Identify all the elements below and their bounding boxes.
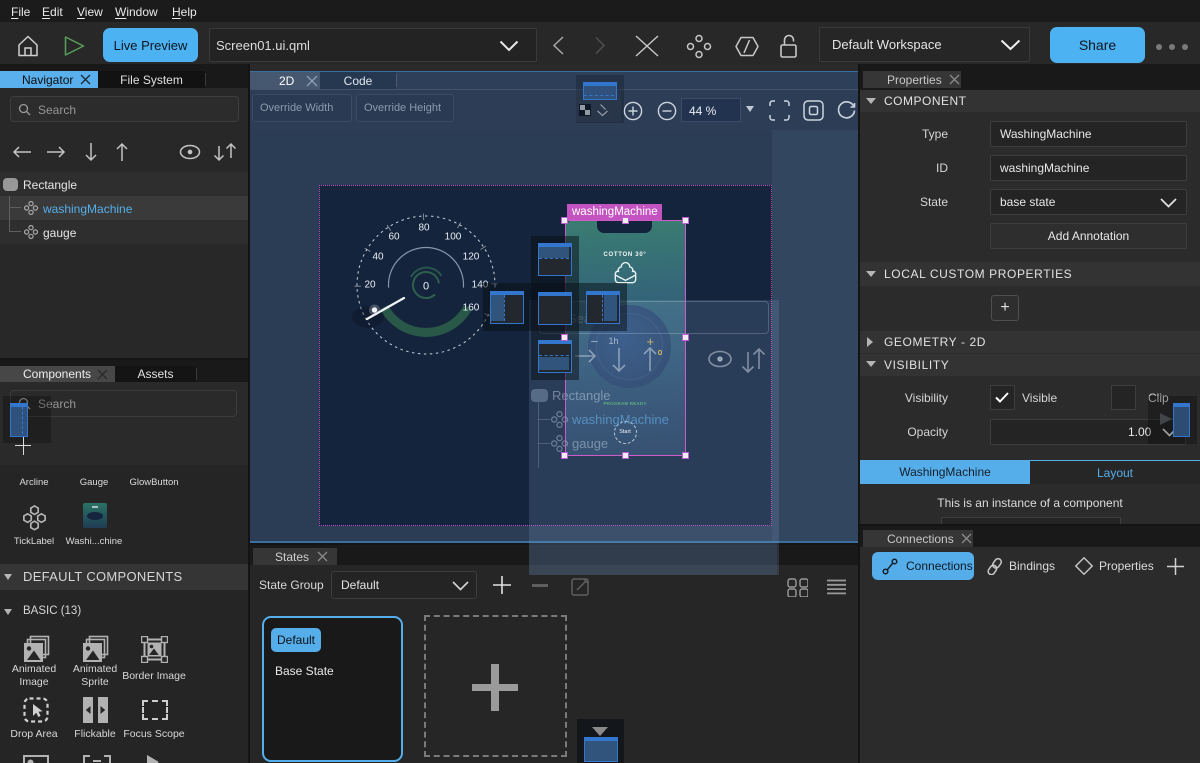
svg-text:20: 20	[364, 280, 376, 291]
svg-text:60: 60	[388, 232, 400, 243]
svg-text:160: 160	[463, 303, 480, 314]
svg-text:40: 40	[372, 252, 384, 263]
svg-text:100: 100	[445, 232, 462, 243]
svg-text:80: 80	[418, 223, 430, 234]
svg-text:120: 120	[463, 252, 480, 263]
svg-text:0: 0	[423, 281, 429, 293]
